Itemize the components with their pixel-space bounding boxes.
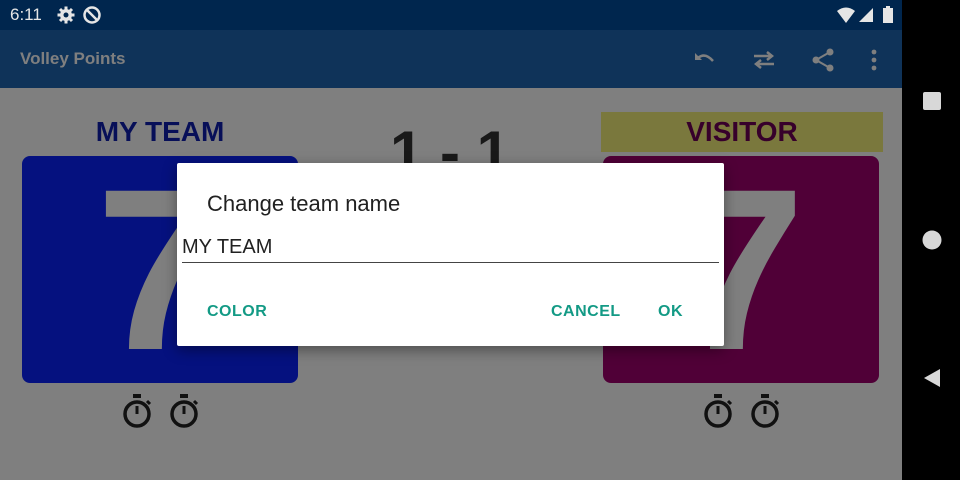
ok-button[interactable]: OK <box>658 303 683 321</box>
app-screen: 6:11 Volley Points <box>0 0 902 480</box>
dialog-title: Change team name <box>207 191 401 216</box>
home-icon[interactable] <box>921 229 943 251</box>
change-team-name-dialog: Change team name COLOR CANCEL OK <box>177 163 724 346</box>
color-button[interactable]: COLOR <box>207 303 267 321</box>
recents-icon[interactable] <box>921 90 943 112</box>
navigation-bar <box>902 0 960 480</box>
back-icon[interactable] <box>921 367 943 389</box>
team-name-input[interactable] <box>182 233 719 263</box>
status-bar-scrim <box>0 0 902 30</box>
cancel-button[interactable]: CANCEL <box>551 303 621 321</box>
